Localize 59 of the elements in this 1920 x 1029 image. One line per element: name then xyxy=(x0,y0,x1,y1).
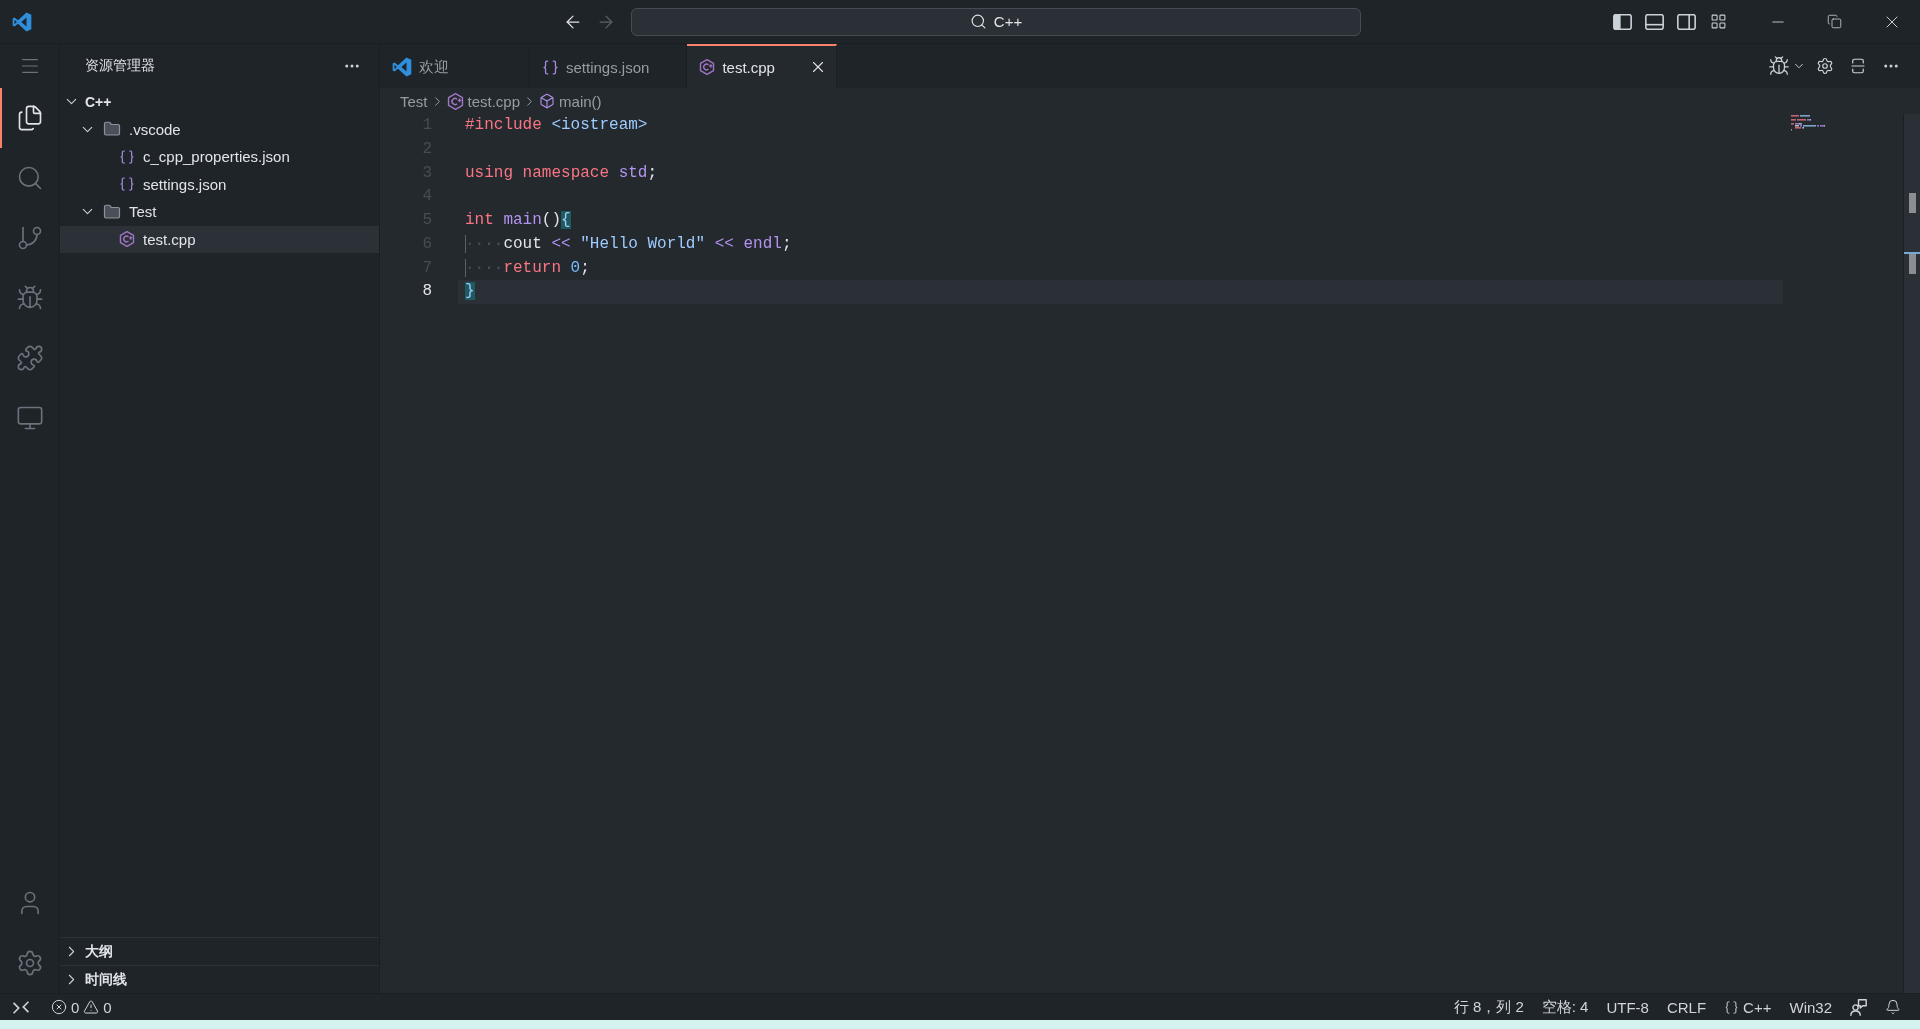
problems-status[interactable]: 0 0 xyxy=(42,994,121,1020)
bell-icon[interactable] xyxy=(1885,999,1901,1015)
status-item[interactable]: UTF-8 xyxy=(1597,994,1658,1020)
tree-item[interactable]: .vscode xyxy=(60,115,379,143)
panel-right-icon[interactable] xyxy=(1676,13,1696,30)
grid-icon[interactable] xyxy=(1709,13,1727,30)
puzzle-icon[interactable] xyxy=(15,344,44,372)
panel-bottom-icon[interactable] xyxy=(1644,13,1664,30)
status-item[interactable]: 行 8，列 2 xyxy=(1444,994,1533,1020)
status-item[interactable]: 空格: 4 xyxy=(1532,994,1598,1020)
code-line: using namespace std; xyxy=(465,162,658,184)
tree-item[interactable]: Test xyxy=(60,198,379,226)
cursor-mark xyxy=(1904,252,1920,254)
app-logo-icon xyxy=(392,57,412,77)
hexagon-c-icon xyxy=(699,59,716,75)
ruler-mark xyxy=(1909,254,1916,274)
tree-item[interactable]: test.cpp xyxy=(60,225,379,253)
hexagon-c-icon xyxy=(446,92,464,110)
braces-icon xyxy=(542,58,559,76)
warning-icon xyxy=(83,999,100,1015)
code-line: int main(){ xyxy=(465,210,571,231)
code-line: #include <iostream> xyxy=(465,115,648,136)
line-number: 8 xyxy=(421,281,432,303)
ruler-mark xyxy=(1909,193,1916,213)
folder-icon xyxy=(103,120,121,139)
code-line: ····cout << "Hello World" << endl; xyxy=(465,233,792,255)
section-header[interactable]: 大纲 xyxy=(60,937,379,965)
angle-brackets-icon[interactable] xyxy=(13,1000,29,1014)
breadcrumb-item[interactable]: main() xyxy=(539,92,602,110)
cube-icon xyxy=(539,93,556,109)
overview-ruler[interactable] xyxy=(1903,114,1920,993)
sidebar-title: 资源管理器 xyxy=(85,57,155,75)
split-editor-icon[interactable] xyxy=(1849,57,1867,75)
status-item[interactable]: CRLF xyxy=(1657,994,1716,1020)
panel-left-icon[interactable] xyxy=(1612,13,1632,30)
command-center[interactable]: C++ xyxy=(631,7,1361,36)
braces-icon xyxy=(119,176,135,193)
bug-icon[interactable] xyxy=(1768,55,1790,77)
tree-item[interactable]: C++ xyxy=(60,88,379,116)
breadcrumb-item[interactable]: test.cpp xyxy=(446,92,521,110)
breadcrumb-item[interactable]: Test xyxy=(400,92,428,110)
language-status[interactable]: C++ xyxy=(1715,994,1781,1020)
restore-icon[interactable] xyxy=(1827,14,1842,29)
editor-tab[interactable]: test.cpp xyxy=(687,44,838,88)
tree-item[interactable]: c_cpp_properties.json xyxy=(60,143,379,171)
braces-icon xyxy=(119,148,135,165)
hexagon-c-icon xyxy=(119,231,135,248)
app-logo-icon xyxy=(12,11,32,32)
code-line: ····return 0; xyxy=(465,257,590,279)
braces-icon xyxy=(1724,999,1740,1015)
settings-icon[interactable] xyxy=(1816,57,1834,75)
person-chat-icon[interactable] xyxy=(1850,998,1867,1016)
search-icon xyxy=(969,13,987,30)
tree-item[interactable]: settings.json xyxy=(60,170,379,198)
monitor-icon[interactable] xyxy=(15,404,44,432)
minimap-drawing xyxy=(1791,115,1825,131)
circle-x-icon xyxy=(51,999,67,1015)
status-item[interactable]: Win32 xyxy=(1780,994,1841,1020)
folder-icon xyxy=(103,202,121,221)
